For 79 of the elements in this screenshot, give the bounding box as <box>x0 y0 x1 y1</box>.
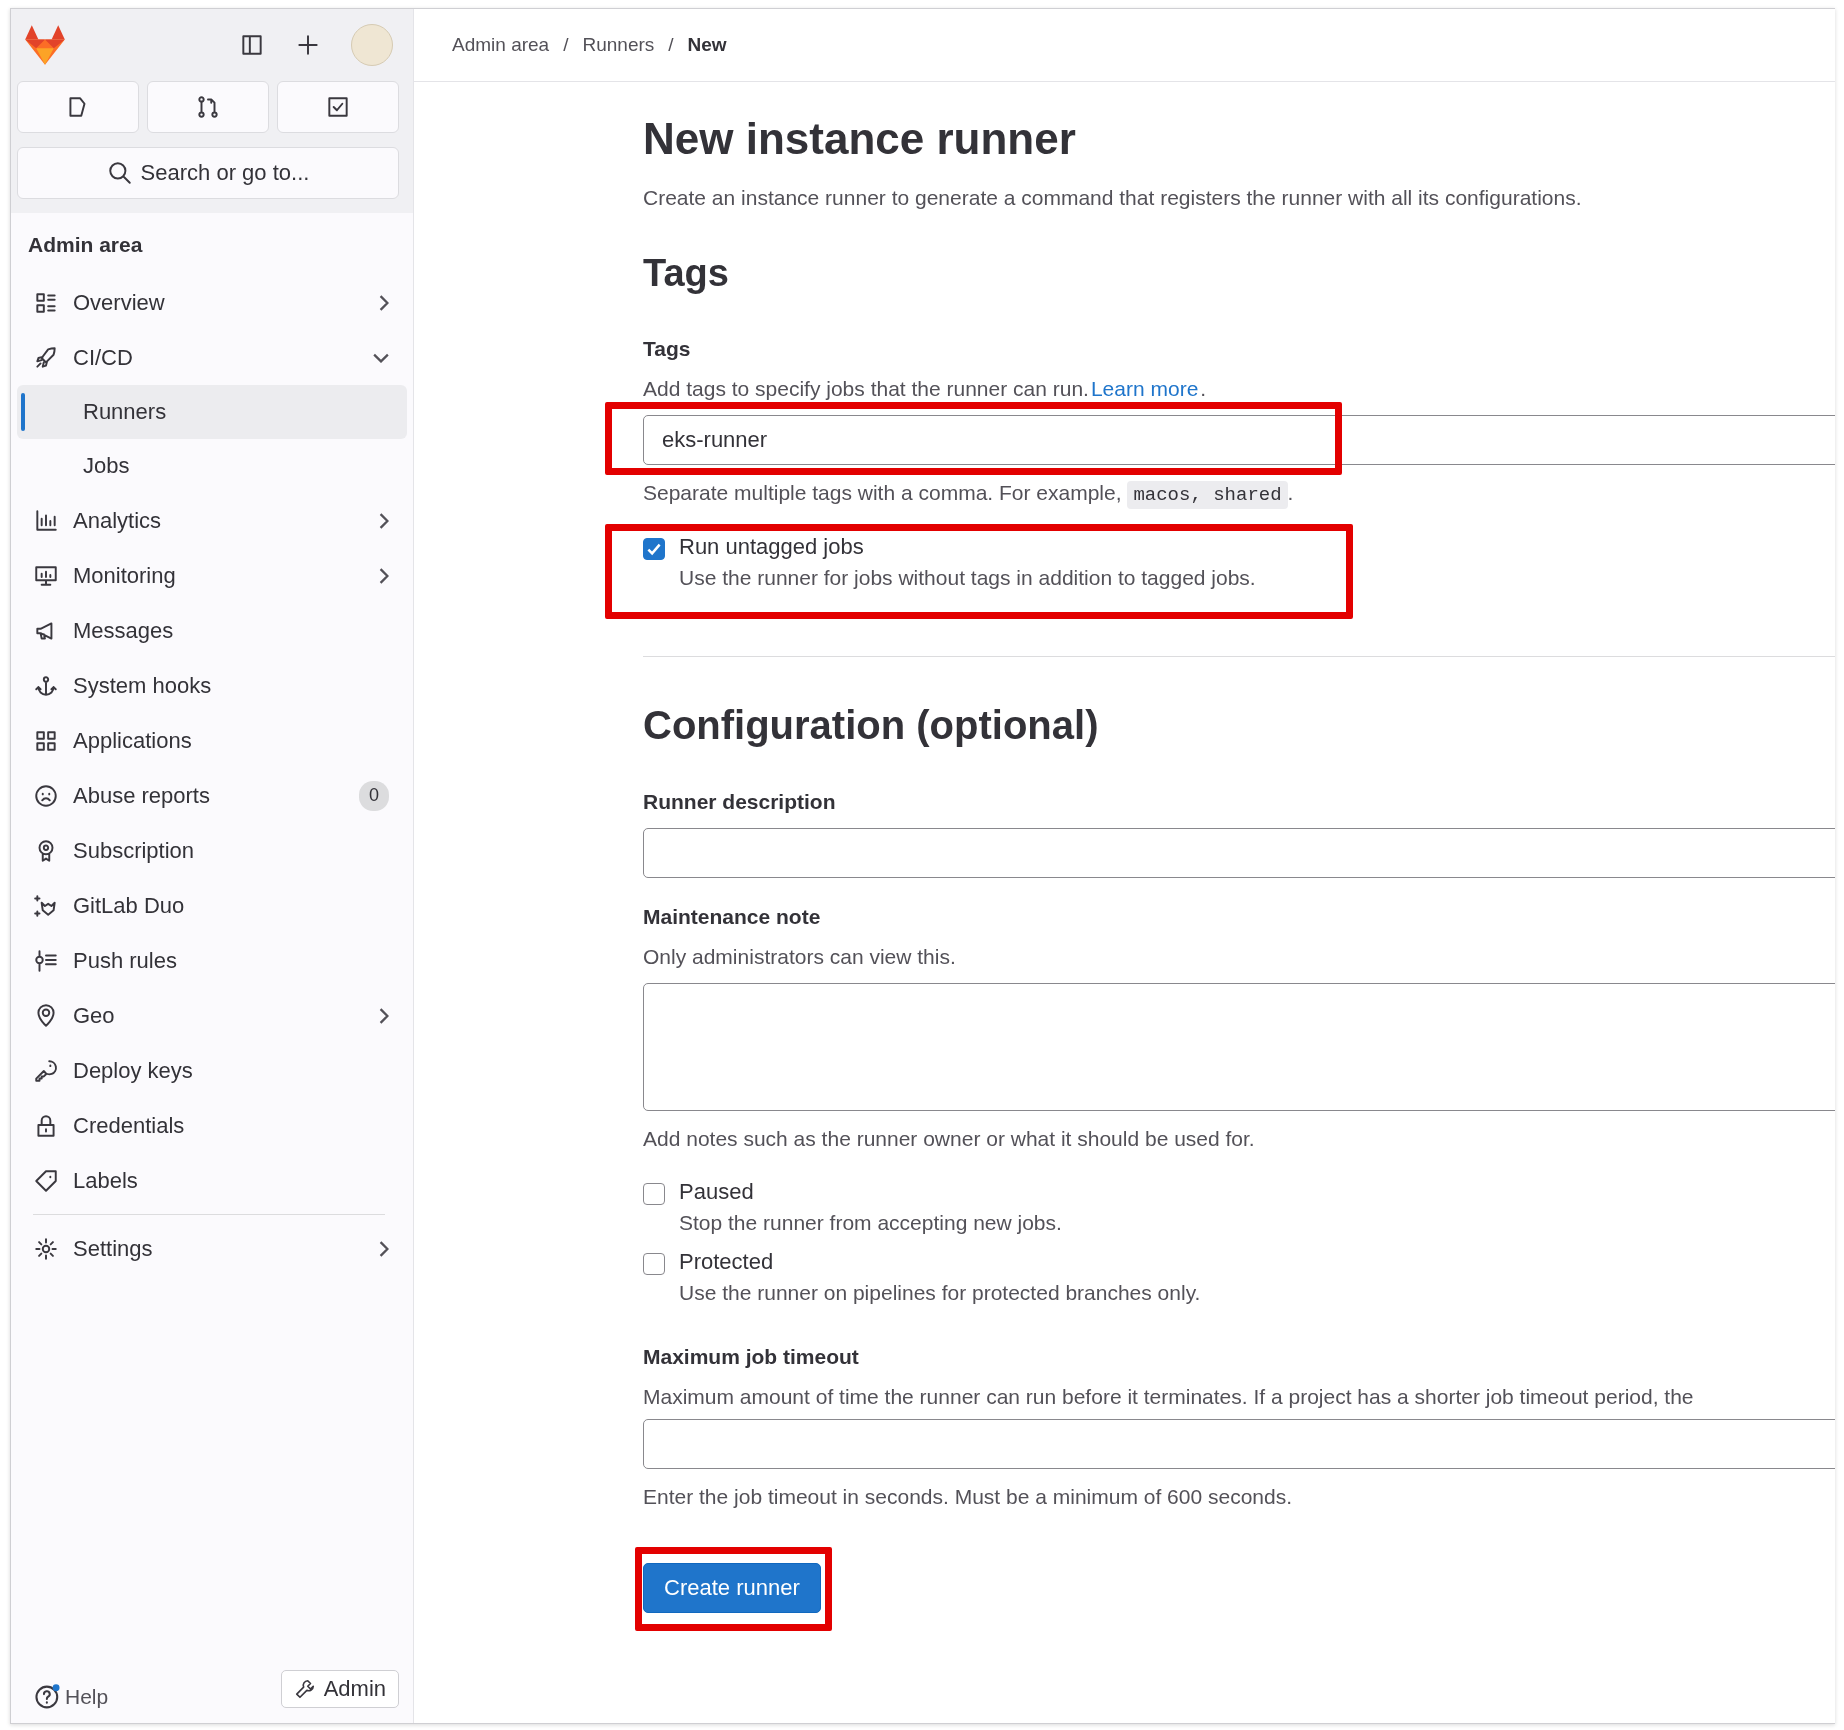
issues-button[interactable] <box>17 81 139 133</box>
fox-logo[interactable] <box>23 24 67 66</box>
nav-item[interactable]: Deploy keys <box>17 1043 407 1098</box>
rocket-icon <box>33 344 59 371</box>
breadcrumb-separator: / <box>563 34 569 56</box>
search-icon <box>106 160 133 186</box>
nav-item[interactable]: CI/CD <box>17 330 407 385</box>
settings-icon <box>33 1235 59 1262</box>
sad-face-icon <box>33 782 59 809</box>
count-badge: 0 <box>359 780 389 811</box>
nav-item[interactable]: Labels <box>17 1153 407 1208</box>
checkbox[interactable] <box>643 538 665 560</box>
nav-item[interactable]: Applications <box>17 713 407 768</box>
section-heading: Configuration (optional) <box>643 703 1100 748</box>
nav-item[interactable]: Analytics <box>17 493 407 548</box>
help-text: Maximum amount of time the runner can run before it terminates. If a project has a shorter job timeout period, the <box>643 1385 1695 1409</box>
chevron-right-icon <box>379 512 389 529</box>
help-text: Only administrators can view this. <box>643 945 957 969</box>
hint-text: Add notes such as the runner owner or what it should be used for. <box>643 1127 1256 1151</box>
search-button[interactable]: Search or go to... <box>17 147 399 199</box>
nav-item[interactable]: Push rules <box>17 933 407 988</box>
checkbox[interactable] <box>643 1253 665 1275</box>
admin-button[interactable]: Admin <box>280 1670 399 1708</box>
timeout-input[interactable] <box>643 1419 1835 1469</box>
help-text: Add tags to specify jobs that the runner can run.Learn more. <box>643 377 1208 401</box>
hint-text: Separate multiple tags with a comma. For example, macos, shared . <box>643 481 1835 506</box>
description-input[interactable] <box>643 828 1835 878</box>
nav-subitem[interactable]: Jobs <box>17 439 407 493</box>
section-title: Admin area <box>27 232 144 258</box>
chevron-right-icon <box>379 1240 389 1257</box>
bar-chart-icon <box>33 507 59 534</box>
push-rules-icon <box>33 947 59 974</box>
hint-text: Enter the job timeout in seconds. Must be a minimum of 600 seconds. <box>643 1485 1293 1509</box>
chevron-right-icon <box>379 294 389 311</box>
help-link[interactable]: Help <box>33 1683 109 1711</box>
field-label: Maintenance note <box>643 905 822 929</box>
nav-item[interactable]: System hooks <box>17 658 407 713</box>
breadcrumb-link[interactable]: Admin area <box>452 34 550 56</box>
wrench-icon <box>293 1678 316 1700</box>
nav-item[interactable]: Overview <box>17 275 407 330</box>
breadcrumb-current: New <box>687 34 727 56</box>
breadcrumb-link[interactable]: Runners <box>582 34 655 56</box>
nav-item[interactable]: Monitoring <box>17 548 407 603</box>
checkbox-label: Protected <box>679 1249 775 1275</box>
tag-icon <box>33 1167 59 1194</box>
merge-requests-button[interactable] <box>147 81 269 133</box>
field-label: Tags <box>643 337 692 361</box>
field-label: Maximum job timeout <box>643 1345 860 1369</box>
nav-item[interactable]: Messages <box>17 603 407 658</box>
nav-item[interactable]: Subscription <box>17 823 407 878</box>
checkbox[interactable] <box>643 1183 665 1205</box>
page-title: New instance runner <box>643 114 1077 164</box>
nav-item[interactable]: Credentials <box>17 1098 407 1153</box>
checkbox-description: Use the runner on pipelines for protected branches only. <box>679 1281 1201 1305</box>
field-label: Runner description <box>643 790 837 814</box>
breadcrumb-separator: / <box>668 34 674 56</box>
nav-item[interactable]: Settings <box>17 1221 407 1276</box>
chevron-down-icon <box>373 352 389 363</box>
create-runner-button[interactable]: Create runner <box>643 1563 821 1613</box>
page-description: Create an instance runner to generate a command that registers the runner with all its configurations. <box>643 186 1583 210</box>
checkbox-label: Run untagged jobs <box>679 534 865 560</box>
checkbox-label: Paused <box>679 1179 755 1205</box>
nav-item[interactable]: Abuse reports 0 <box>17 768 407 823</box>
nav-item[interactable]: GitLab Duo <box>17 878 407 933</box>
panel-toggle-icon[interactable] <box>239 32 265 58</box>
nav-subitem[interactable]: Runners <box>17 385 407 439</box>
checkbox-description: Use the runner for jobs without tags in addition to tagged jobs. <box>679 566 1256 590</box>
key-icon <box>33 1057 59 1084</box>
sparkle-icon <box>33 892 59 919</box>
learn-more-link[interactable]: Learn more <box>1090 377 1199 401</box>
merge-request-icon <box>195 94 221 120</box>
checkbox-icon <box>325 94 351 120</box>
chevron-right-icon <box>379 1007 389 1024</box>
nav-item[interactable]: Geo <box>17 988 407 1043</box>
section-heading: Tags <box>643 252 730 295</box>
checkbox-description: Stop the runner from accepting new jobs. <box>679 1211 1062 1235</box>
todo-button[interactable] <box>277 81 399 133</box>
chevron-right-icon <box>379 567 389 584</box>
tags-input[interactable]: eks-runner <box>643 415 1835 465</box>
